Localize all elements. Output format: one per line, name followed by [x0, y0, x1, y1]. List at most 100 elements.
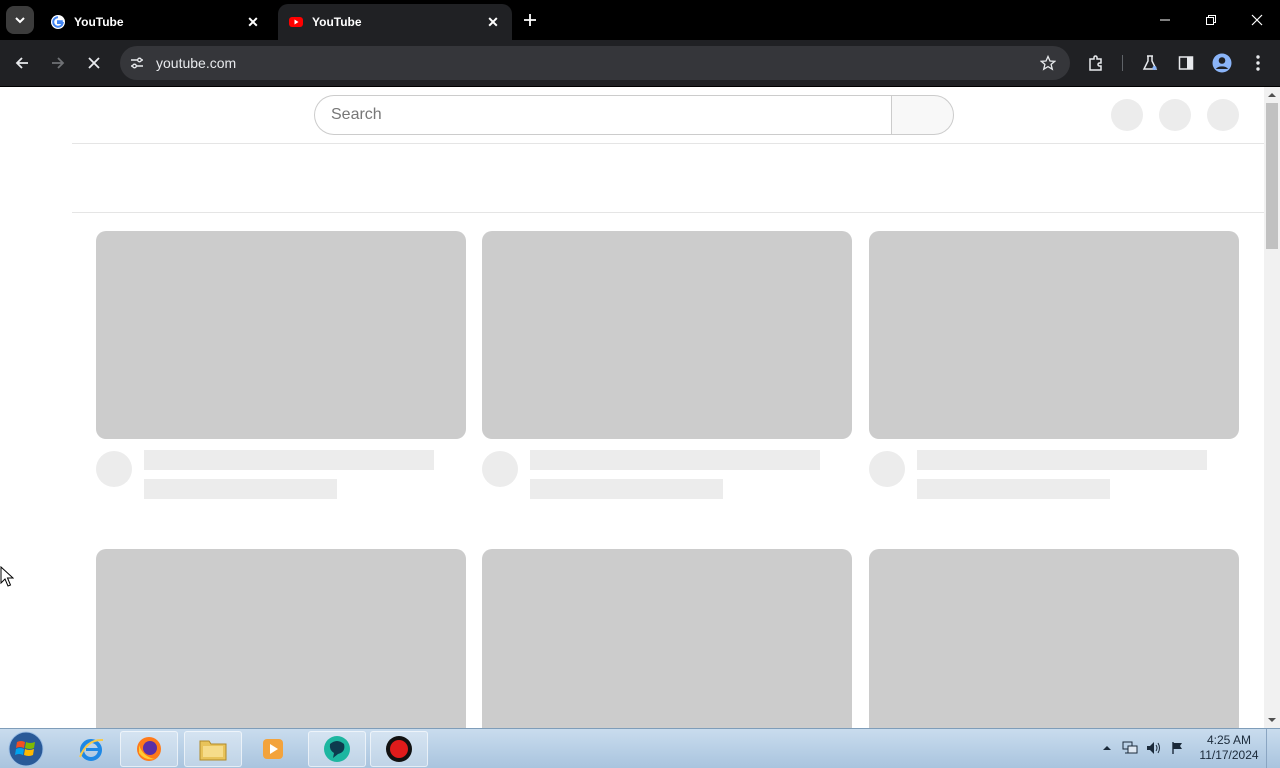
close-tab-icon[interactable]: ✕ [244, 13, 262, 31]
avatar-skeleton [96, 451, 132, 487]
video-card-skeleton[interactable] [96, 549, 466, 728]
bookmark-star-icon[interactable] [1038, 53, 1058, 73]
action-center-tray-icon[interactable] [1168, 737, 1188, 759]
taskbar-media-player[interactable] [244, 731, 302, 767]
thumbnail-skeleton [482, 231, 852, 439]
google-icon [50, 14, 66, 30]
tab-title: YouTube [74, 15, 124, 29]
taskbar-clock[interactable]: 4:25 AM 11/17/2024 [1196, 733, 1262, 763]
search-input[interactable] [314, 95, 891, 135]
title-skeleton [917, 450, 1207, 470]
subtitle-skeleton [144, 479, 337, 499]
minimize-icon [1160, 19, 1170, 21]
video-card-skeleton[interactable] [869, 549, 1239, 728]
title-skeleton [530, 450, 820, 470]
taskbar-ie[interactable] [62, 731, 120, 767]
firefox-icon [137, 737, 161, 761]
youtube-icon [288, 14, 304, 30]
plus-icon [524, 14, 536, 26]
avatar-skeleton [482, 451, 518, 487]
thumbnail-skeleton [869, 231, 1239, 439]
subtitle-skeleton [530, 479, 723, 499]
tab-1[interactable]: YouTube ✕ [40, 4, 272, 40]
search-button[interactable] [891, 95, 954, 135]
browser-menu-button[interactable] [1244, 49, 1272, 77]
mouse-cursor-icon [0, 566, 14, 587]
tab-bar: YouTube ✕ YouTube ✕ [0, 0, 1280, 40]
header-placeholder-circle [1207, 99, 1239, 131]
tab-search-button[interactable] [6, 6, 34, 34]
clock-date: 11/17/2024 [1199, 748, 1259, 762]
restore-icon [1206, 15, 1216, 25]
stop-loading-button[interactable] [80, 49, 108, 77]
close-tab-icon[interactable]: ✕ [484, 13, 502, 31]
flag-icon [1172, 742, 1182, 754]
thumbnail-skeleton [482, 549, 852, 728]
browser-toolbar: youtube.com [0, 40, 1280, 86]
close-window-button[interactable] [1234, 0, 1280, 40]
avatar-skeleton [869, 451, 905, 487]
media-player-icon [263, 739, 283, 759]
taskbar-recorder[interactable] [370, 731, 428, 767]
show-desktop-button[interactable] [1266, 729, 1280, 768]
taskbar-file-explorer[interactable] [184, 731, 242, 767]
file-explorer-icon [199, 740, 227, 761]
clock-time: 4:25 AM [1206, 733, 1252, 747]
profile-avatar-icon [1212, 53, 1232, 73]
thumbnail-skeleton [869, 549, 1239, 728]
new-tab-button[interactable] [518, 8, 542, 32]
header-placeholder-circle [1111, 99, 1143, 131]
chat-app-icon [324, 736, 350, 762]
search-box [314, 95, 954, 135]
windows-start-icon [8, 731, 44, 767]
taskbar-chat-app[interactable] [308, 731, 366, 767]
forward-button[interactable] [44, 49, 72, 77]
extensions-button[interactable] [1082, 49, 1110, 77]
back-button[interactable] [8, 49, 36, 77]
more-vert-icon [1256, 55, 1260, 71]
video-card-skeleton[interactable] [869, 231, 1239, 499]
show-hidden-icons-button[interactable] [1097, 737, 1117, 759]
screen: YouTube ✕ YouTube ✕ youtube.com Search 4… [0, 0, 1280, 768]
labs-button[interactable] [1136, 49, 1164, 77]
side-panel-button[interactable] [1172, 49, 1200, 77]
address-text: youtube.com [156, 55, 237, 71]
scroll-up-arrow-icon[interactable] [1264, 87, 1280, 103]
scroll-thumb[interactable] [1266, 103, 1278, 249]
address-bar[interactable]: youtube.com [120, 46, 1070, 80]
subtitle-skeleton [917, 479, 1110, 499]
arrow-right-icon [52, 57, 65, 69]
speaker-icon [1147, 742, 1160, 754]
puzzle-icon [1089, 55, 1102, 71]
scroll-down-arrow-icon[interactable] [1264, 712, 1280, 728]
chevron-down-icon [15, 17, 25, 24]
title-skeleton [144, 450, 434, 470]
tab-2[interactable]: YouTube ✕ [278, 4, 512, 40]
site-info-icon[interactable] [120, 46, 154, 80]
video-card-skeleton[interactable] [96, 231, 466, 499]
chip-bar-placeholder [72, 143, 1264, 213]
side-panel-icon [1178, 56, 1194, 70]
profile-button[interactable] [1208, 49, 1236, 77]
record-icon [386, 736, 412, 762]
page-scrollbar[interactable] [1264, 87, 1280, 728]
volume-tray-icon[interactable] [1144, 737, 1164, 759]
taskbar-firefox[interactable] [120, 731, 178, 767]
youtube-page [0, 87, 1264, 728]
toolbar-separator [1122, 55, 1123, 71]
video-card-skeleton[interactable] [482, 231, 852, 499]
minimize-button[interactable] [1142, 0, 1188, 40]
windows-taskbar: 4:25 AM 11/17/2024 [0, 728, 1280, 768]
internet-explorer-icon [79, 738, 104, 761]
tab-title: YouTube [312, 15, 362, 29]
restore-button[interactable] [1188, 0, 1234, 40]
flask-icon [1142, 55, 1158, 70]
chevron-up-icon [1103, 746, 1111, 750]
network-tray-icon[interactable] [1120, 737, 1140, 759]
video-card-skeleton[interactable] [482, 549, 852, 728]
close-icon [88, 57, 100, 69]
start-button[interactable] [6, 730, 46, 768]
thumbnail-skeleton [96, 549, 466, 728]
arrow-left-icon [15, 57, 28, 69]
header-placeholder-circle [1159, 99, 1191, 131]
